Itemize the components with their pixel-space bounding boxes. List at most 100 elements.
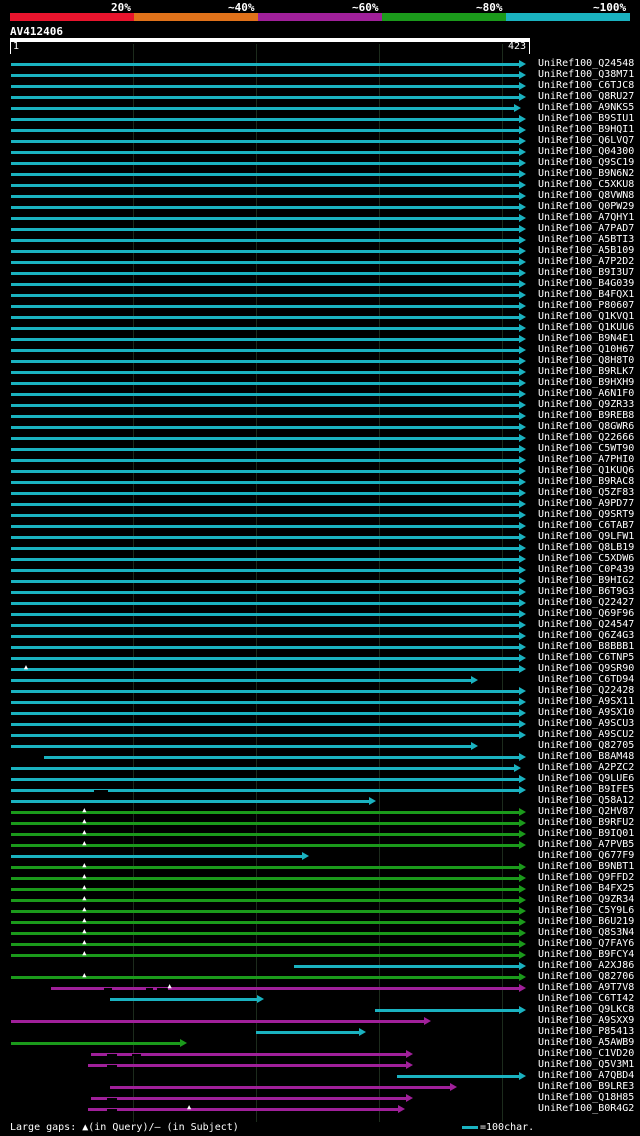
hit-name-link[interactable]: UniRef100_C5XDW6 xyxy=(538,553,634,564)
hit-name-link[interactable]: UniRef100_Q1KVQ1 xyxy=(538,311,634,322)
hit-name-link[interactable]: UniRef100_B9REB8 xyxy=(538,410,634,421)
hit-name-link[interactable]: UniRef100_B0R4G2 xyxy=(538,1103,634,1114)
hit-name-link[interactable]: UniRef100_P80607 xyxy=(538,300,634,311)
hit-name-link[interactable]: UniRef100_A9SCU3 xyxy=(538,718,634,729)
hit-name-link[interactable]: UniRef100_B6U219 xyxy=(538,916,634,927)
hit-name-link[interactable]: UniRef100_Q1KUQ6 xyxy=(538,465,634,476)
hit-name-link[interactable]: UniRef100_A5BTI3 xyxy=(538,234,634,245)
hit-name-link[interactable]: UniRef100_B9RFU2 xyxy=(538,817,634,828)
hit-name-link[interactable]: UniRef100_Q04300 xyxy=(538,146,634,157)
hit-name-link[interactable]: UniRef100_A7PAD7 xyxy=(538,223,634,234)
hit-name-link[interactable]: UniRef100_A7QBD4 xyxy=(538,1070,634,1081)
hit-name-link[interactable]: UniRef100_B9LRE3 xyxy=(538,1081,634,1092)
alignment-bar xyxy=(11,184,520,187)
hit-name-link[interactable]: UniRef100_C5Y9L6 xyxy=(538,905,634,916)
hit-name-link[interactable]: UniRef100_Q9LUE6 xyxy=(538,773,634,784)
hit-name-link[interactable]: UniRef100_B4FQX1 xyxy=(538,289,634,300)
hit-name-link[interactable]: UniRef100_Q10H67 xyxy=(538,344,634,355)
hit-name-link[interactable]: UniRef100_Q1KUU6 xyxy=(538,322,634,333)
hit-name-link[interactable]: UniRef100_C6TNP5 xyxy=(538,652,634,663)
hit-name-link[interactable]: UniRef100_C5XKU8 xyxy=(538,179,634,190)
hit-name-link[interactable]: UniRef100_B9IQ01 xyxy=(538,828,634,839)
hit-name-link[interactable]: UniRef100_A9SX10 xyxy=(538,707,634,718)
hit-name-link[interactable]: UniRef100_Q22666 xyxy=(538,432,634,443)
hit-name-link[interactable]: UniRef100_Q6LVQ7 xyxy=(538,135,634,146)
hit-name-link[interactable]: UniRef100_A7P2D2 xyxy=(538,256,634,267)
hit-name-link[interactable]: UniRef100_B9HIG2 xyxy=(538,575,634,586)
hit-name-link[interactable]: UniRef100_Q24547 xyxy=(538,619,634,630)
hit-name-link[interactable]: UniRef100_B9RAC8 xyxy=(538,476,634,487)
hit-name-link[interactable]: UniRef100_Q9SC19 xyxy=(538,157,634,168)
hit-name-link[interactable]: UniRef100_B9IFE5 xyxy=(538,784,634,795)
hit-name-link[interactable]: UniRef100_C6TJC8 xyxy=(538,80,634,91)
hit-name-link[interactable]: UniRef100_C6TI42 xyxy=(538,993,634,1004)
hit-name-link[interactable]: UniRef100_Q8H8T0 xyxy=(538,355,634,366)
hit-name-link[interactable]: UniRef100_C1VD20 xyxy=(538,1048,634,1059)
hit-name-link[interactable]: UniRef100_B9N4E1 xyxy=(538,333,634,344)
hit-name-link[interactable]: UniRef100_Q8GWR6 xyxy=(538,421,634,432)
hit-name-link[interactable]: UniRef100_A6N1F0 xyxy=(538,388,634,399)
hit-name-link[interactable]: UniRef100_C5WT90 xyxy=(538,443,634,454)
hit-name-link[interactable]: UniRef100_Q22428 xyxy=(538,685,634,696)
hit-name-link[interactable]: UniRef100_A9T7V8 xyxy=(538,982,634,993)
hit-name-link[interactable]: UniRef100_B9RLK7 xyxy=(538,366,634,377)
hit-name-link[interactable]: UniRef100_C6TAB7 xyxy=(538,520,634,531)
hit-name-link[interactable]: UniRef100_Q38M71 xyxy=(538,69,634,80)
hit-row[interactable]: ▲ UniRef100_B0R4G2 xyxy=(0,1103,640,1115)
hit-name-link[interactable]: UniRef100_Q9FFD2 xyxy=(538,872,634,883)
hit-name-link[interactable]: UniRef100_Q82706 xyxy=(538,971,634,982)
hit-name-link[interactable]: UniRef100_A9NKS5 xyxy=(538,102,634,113)
hit-name-link[interactable]: UniRef100_A7PHI0 xyxy=(538,454,634,465)
hit-name-link[interactable]: UniRef100_B9FCY4 xyxy=(538,949,634,960)
hit-name-link[interactable]: UniRef100_A9SXX9 xyxy=(538,1015,634,1026)
hit-name-link[interactable]: UniRef100_Q9ZR34 xyxy=(538,894,634,905)
hit-name-link[interactable]: UniRef100_A7PVB5 xyxy=(538,839,634,850)
hit-name-link[interactable]: UniRef100_B9HXH9 xyxy=(538,377,634,388)
hit-name-link[interactable]: UniRef100_Q82705 xyxy=(538,740,634,751)
hit-name-link[interactable]: UniRef100_B9HQI1 xyxy=(538,124,634,135)
hit-name-link[interactable]: UniRef100_B4G039 xyxy=(538,278,634,289)
hit-name-link[interactable]: UniRef100_B8AM48 xyxy=(538,751,634,762)
alignment-arrowhead xyxy=(405,1050,413,1058)
hit-name-link[interactable]: UniRef100_Q2HV87 xyxy=(538,806,634,817)
hit-name-link[interactable]: UniRef100_B9I3U7 xyxy=(538,267,634,278)
hit-name-link[interactable]: UniRef100_C0P439 xyxy=(538,564,634,575)
hit-name-link[interactable]: UniRef100_B9SIU1 xyxy=(538,113,634,124)
hit-name-link[interactable]: UniRef100_Q5V3M1 xyxy=(538,1059,634,1070)
hit-name-link[interactable]: UniRef100_B6T9G3 xyxy=(538,586,634,597)
hit-name-link[interactable]: UniRef100_Q9SR90 xyxy=(538,663,634,674)
hit-name-link[interactable]: UniRef100_A9PD77 xyxy=(538,498,634,509)
hit-name-link[interactable]: UniRef100_Q22427 xyxy=(538,597,634,608)
hit-name-link[interactable]: UniRef100_A5AWB9 xyxy=(538,1037,634,1048)
hit-name-link[interactable]: UniRef100_A7QHY1 xyxy=(538,212,634,223)
hit-name-link[interactable]: UniRef100_A2PZC2 xyxy=(538,762,634,773)
hit-name-link[interactable]: UniRef100_Q58A12 xyxy=(538,795,634,806)
hit-name-link[interactable]: UniRef100_Q8VWN8 xyxy=(538,190,634,201)
hit-name-link[interactable]: UniRef100_B8BBB1 xyxy=(538,641,634,652)
hit-name-link[interactable]: UniRef100_B4FX25 xyxy=(538,883,634,894)
hit-name-link[interactable]: UniRef100_Q9SRT9 xyxy=(538,509,634,520)
hit-name-link[interactable]: UniRef100_Q6Z4G3 xyxy=(538,630,634,641)
hit-name-link[interactable]: UniRef100_Q8RU27 xyxy=(538,91,634,102)
hit-name-link[interactable]: UniRef100_Q0PW29 xyxy=(538,201,634,212)
hit-name-link[interactable]: UniRef100_Q69F96 xyxy=(538,608,634,619)
hit-name-link[interactable]: UniRef100_A2XJ86 xyxy=(538,960,634,971)
hit-name-link[interactable]: UniRef100_C6TD94 xyxy=(538,674,634,685)
hit-name-link[interactable]: UniRef100_Q5ZF83 xyxy=(538,487,634,498)
hit-name-link[interactable]: UniRef100_Q9ZR33 xyxy=(538,399,634,410)
hit-name-link[interactable]: UniRef100_Q9LFW1 xyxy=(538,531,634,542)
hit-name-link[interactable]: UniRef100_A9SX11 xyxy=(538,696,634,707)
hit-name-link[interactable]: UniRef100_B9NBT1 xyxy=(538,861,634,872)
hit-name-link[interactable]: UniRef100_Q7FAY6 xyxy=(538,938,634,949)
hit-name-link[interactable]: UniRef100_Q8S3N4 xyxy=(538,927,634,938)
hit-name-link[interactable]: UniRef100_A9SCU2 xyxy=(538,729,634,740)
hit-name-link[interactable]: UniRef100_Q677F9 xyxy=(538,850,634,861)
hit-name-link[interactable]: UniRef100_B9N6N2 xyxy=(538,168,634,179)
hit-name-link[interactable]: UniRef100_Q8LB19 xyxy=(538,542,634,553)
hit-name-link[interactable]: UniRef100_A5B109 xyxy=(538,245,634,256)
hit-name-link[interactable]: UniRef100_P85413 xyxy=(538,1026,634,1037)
hit-name-link[interactable]: UniRef100_Q24548 xyxy=(538,58,634,69)
hit-name-link[interactable]: UniRef100_Q9LKC8 xyxy=(538,1004,634,1015)
hit-name-link[interactable]: UniRef100_Q18H85 xyxy=(538,1092,634,1103)
alignment-arrowhead xyxy=(519,984,526,992)
